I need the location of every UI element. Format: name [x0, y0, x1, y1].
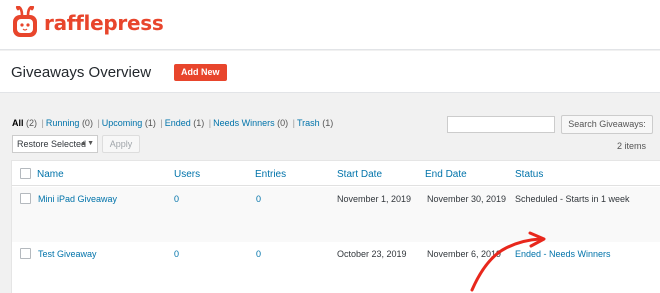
- filter-count: (1): [193, 118, 205, 128]
- column-end-date[interactable]: End Date: [425, 169, 467, 180]
- filter-upcoming[interactable]: Upcoming: [102, 118, 143, 128]
- column-start-date[interactable]: Start Date: [337, 169, 382, 180]
- column-users[interactable]: Users: [174, 169, 200, 180]
- search-giveaways-button[interactable]: Search Giveaways:: [561, 115, 653, 134]
- start-date: November 1, 2019: [337, 194, 412, 204]
- annotation-arrow-icon: [470, 231, 546, 292]
- filter-count: (1): [144, 118, 156, 128]
- rafflepress-logo[interactable]: rafflepress: [10, 6, 164, 40]
- table-header: Name Users Entries Start Date End Date S…: [12, 161, 660, 186]
- column-status[interactable]: Status: [515, 169, 543, 180]
- filter-running[interactable]: Running: [46, 118, 80, 128]
- filter-all[interactable]: All: [12, 118, 24, 128]
- filter-count: (0): [81, 118, 93, 128]
- giveaway-name-link[interactable]: Test Giveaway: [38, 249, 97, 259]
- filter-count: (1): [322, 118, 334, 128]
- items-count: 2 items: [617, 141, 647, 151]
- filter-separator: |: [160, 118, 163, 128]
- column-entries[interactable]: Entries: [255, 169, 286, 180]
- bulk-action-select[interactable]: Restore Selected ▲▼: [12, 135, 98, 153]
- rabbit-logo-icon: [13, 6, 37, 37]
- column-name[interactable]: Name: [37, 169, 64, 180]
- row-checkbox[interactable]: [20, 193, 31, 204]
- brand-name: rafflepress: [44, 11, 164, 35]
- users-count: 0: [174, 194, 180, 204]
- row-checkbox[interactable]: [20, 248, 31, 259]
- page-title: Giveaways Overview: [11, 64, 152, 81]
- status-text: Scheduled - Starts in 1 week: [515, 194, 630, 204]
- filter-ended[interactable]: Ended: [165, 118, 191, 128]
- page-header: Giveaways Overview Add New: [0, 51, 660, 93]
- start-date: October 23, 2019: [337, 249, 407, 259]
- filter-needs-winners[interactable]: Needs Winners: [213, 118, 275, 128]
- add-new-button[interactable]: Add New: [174, 64, 227, 81]
- filter-count: (0): [277, 118, 289, 128]
- status-filters: All (2) | Running (0) | Upcoming (1) | Ende…: [12, 118, 333, 128]
- end-date: November 30, 2019: [427, 194, 507, 204]
- entries-count: 0: [256, 249, 262, 259]
- filter-separator: |: [41, 118, 44, 128]
- filter-separator: |: [97, 118, 100, 128]
- brand-bar: rafflepress: [0, 0, 660, 50]
- select-all-checkbox[interactable]: [20, 168, 31, 179]
- users-count: 0: [174, 249, 180, 259]
- search-input[interactable]: [447, 116, 555, 133]
- bulk-action-value: Restore Selected: [17, 139, 87, 149]
- filter-trash[interactable]: Trash: [297, 118, 320, 128]
- filter-separator: |: [208, 118, 212, 128]
- filter-separator: |: [292, 118, 296, 128]
- entries-count: 0: [256, 194, 262, 204]
- giveaway-name-link[interactable]: Mini iPad Giveaway: [38, 194, 117, 204]
- select-arrows-icon: ▲▼: [80, 140, 94, 147]
- filter-count: (2): [26, 118, 38, 128]
- apply-button[interactable]: Apply: [102, 135, 140, 153]
